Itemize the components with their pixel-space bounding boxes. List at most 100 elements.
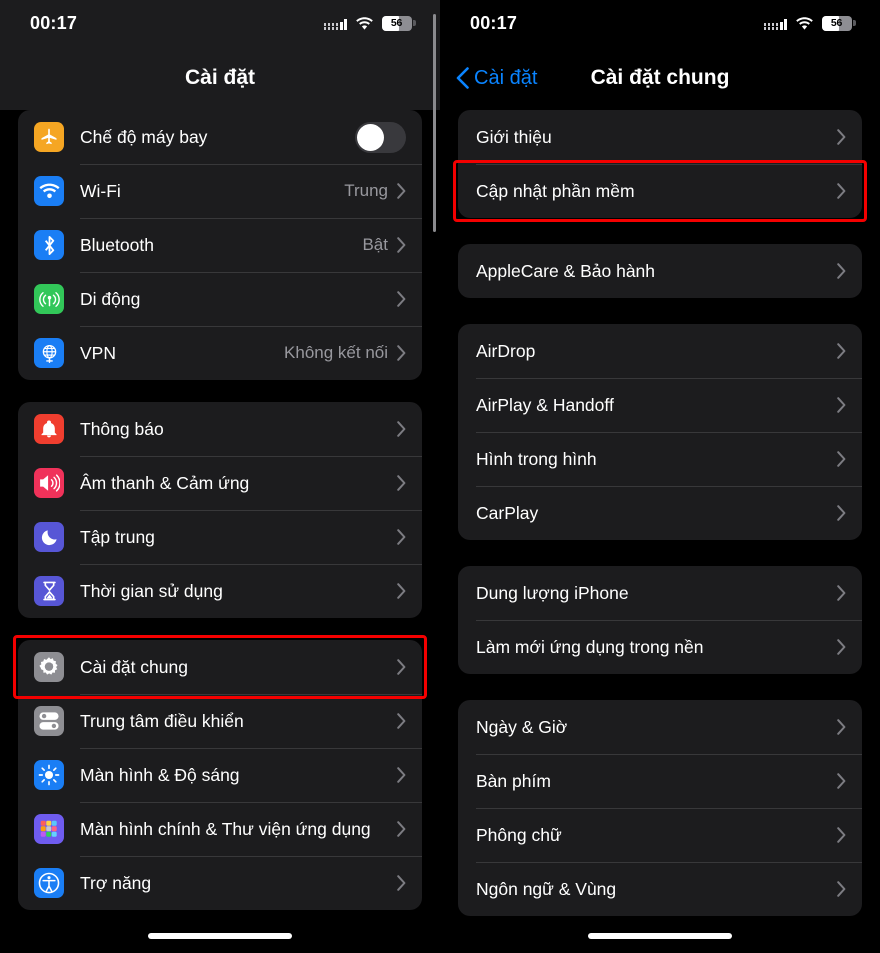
settings-row[interactable]: Bàn phím [458,754,862,808]
wifi-icon [34,176,64,206]
settings-row-label: Wi-Fi [80,180,121,201]
chevron-right-icon [397,529,406,545]
page-title-left: Cài đặt [184,66,255,89]
settings-row-value: Không kết nối [284,343,388,362]
chevron-right-icon [397,583,406,599]
settings-row[interactable]: Wi-Fi Trung [18,164,422,218]
status-indicators: 56 [763,15,856,31]
chevron-right-icon [397,237,406,253]
settings-row[interactable]: Bluetooth Bật [18,218,422,272]
settings-row[interactable]: Thời gian sử dụng [18,564,422,618]
chevron-right-icon [837,183,846,199]
settings-row-label: Cài đặt chung [80,656,188,677]
chevron-right-icon [397,183,406,199]
scrollbar-left[interactable] [433,14,436,232]
settings-row-label: AirPlay & Handoff [476,394,614,415]
settings-row[interactable]: Giới thiệu [458,110,862,164]
accessibility-icon [34,868,64,898]
settings-group: Dung lượng iPhone Làm mới ứng dụng trong … [458,566,862,674]
back-button[interactable]: Cài đặt [440,67,537,90]
settings-row-label: CarPlay [476,502,539,523]
settings-row[interactable]: Ngôn ngữ & Vùng [458,862,862,916]
settings-row[interactable]: Chế độ máy bay [18,110,422,164]
right-nav-bar: Cài đặt Cài đặt chung [440,46,880,110]
bell-icon [34,414,64,444]
settings-row[interactable]: AppleCare & Bảo hành [458,244,862,298]
vpn-globe-icon [34,338,64,368]
chevron-right-icon [837,827,846,843]
status-bar-left: 00:17 56 [0,0,440,46]
settings-row[interactable]: Di động [18,272,422,326]
chevron-right-icon [837,343,846,359]
chevron-right-icon [397,345,406,361]
chevron-right-icon [397,821,406,837]
settings-row-label: VPN [80,342,116,363]
chevron-right-icon [397,291,406,307]
settings-row[interactable]: Trung tâm điều khiển [18,694,422,748]
home-indicator-right [588,933,732,939]
settings-row[interactable]: Cập nhật phần mềm [458,164,862,218]
settings-row[interactable]: Âm thanh & Cảm ứng [18,456,422,510]
battery-percent: 56 [390,17,403,29]
moon-icon [34,522,64,552]
chevron-right-icon [837,505,846,521]
settings-row[interactable]: CarPlay [458,486,862,540]
chevron-right-icon [837,639,846,655]
settings-row-label: Màn hình chính & Thư viện ứng dụng [80,818,371,839]
status-indicators: 56 [323,15,416,31]
control-center-icon [34,706,64,736]
settings-row[interactable]: Màn hình & Độ sáng [18,748,422,802]
settings-row[interactable]: Cài đặt chung [18,640,422,694]
toggle-switch[interactable] [355,121,406,153]
right-settings-list[interactable]: Giới thiệu Cập nhật phần mềm AppleCare & B… [440,110,880,953]
settings-row[interactable]: Hình trong hình [458,432,862,486]
settings-row[interactable]: AirPlay & Handoff [458,378,862,432]
settings-row-label: Cập nhật phần mềm [476,180,635,201]
settings-row[interactable]: Ngày & Giờ [458,700,862,754]
settings-row[interactable]: AirDrop [458,324,862,378]
settings-row[interactable]: Phông chữ [458,808,862,862]
left-phone-screen: 00:17 56 Cài đặt Chế độ máy bay Wi-Fi Tr… [0,0,440,953]
left-header: 00:17 56 Cài đặt [0,0,440,110]
airplane-icon [34,122,64,152]
settings-row[interactable]: Làm mới ứng dụng trong nền [458,620,862,674]
settings-row[interactable]: Trợ năng [18,856,422,910]
settings-row-value: Bật [362,235,388,254]
settings-row-label: Thông báo [80,418,164,439]
settings-row-label: AirDrop [476,340,536,361]
settings-row-label: Di động [80,288,141,309]
chevron-right-icon [837,719,846,735]
settings-row[interactable]: Dung lượng iPhone [458,566,862,620]
left-nav-bar: Cài đặt [0,46,440,110]
brightness-icon [34,760,64,790]
chevron-right-icon [397,767,406,783]
settings-row-value: Trung [344,181,388,200]
settings-row-label: Phông chữ [476,824,562,845]
settings-row[interactable]: VPN Không kết nối [18,326,422,380]
settings-row-label: Giới thiệu [476,126,552,147]
settings-row-label: Ngày & Giờ [476,716,568,737]
battery-icon: 56 [822,15,856,31]
home-indicator-left [148,933,292,939]
battery-percent: 56 [830,17,843,29]
settings-row-label: Âm thanh & Cảm ứng [80,472,250,493]
right-header: 00:17 56 Cài đặt Cài đặt chung [440,0,880,110]
settings-group: AppleCare & Bảo hành [458,244,862,298]
chevron-right-icon [837,397,846,413]
right-phone-screen: 00:17 56 Cài đặt Cài đặt chung Giới thiệ… [440,0,880,953]
settings-row-label: Bàn phím [476,770,551,791]
settings-group: Chế độ máy bay Wi-Fi Trung Bluetooth Bật Di đ… [18,110,422,380]
hourglass-icon [34,576,64,606]
cellular-signal-icon [323,17,347,30]
settings-row[interactable]: Tập trung [18,510,422,564]
settings-row[interactable]: Thông báo [18,402,422,456]
settings-row[interactable]: Màn hình chính & Thư viện ứng dụng [18,802,422,856]
left-settings-list[interactable]: Chế độ máy bay Wi-Fi Trung Bluetooth Bật Di đ… [0,110,440,953]
status-time: 00:17 [470,12,518,33]
settings-row-label: Trung tâm điều khiển [80,710,244,731]
settings-row-label: AppleCare & Bảo hành [476,260,656,281]
settings-row-label: Làm mới ứng dụng trong nền [476,636,704,657]
status-bar-right: 00:17 56 [440,0,880,46]
chevron-right-icon [837,881,846,897]
settings-group: Ngày & Giờ Bàn phím Phông chữ Ngôn ngữ & Vù… [458,700,862,916]
